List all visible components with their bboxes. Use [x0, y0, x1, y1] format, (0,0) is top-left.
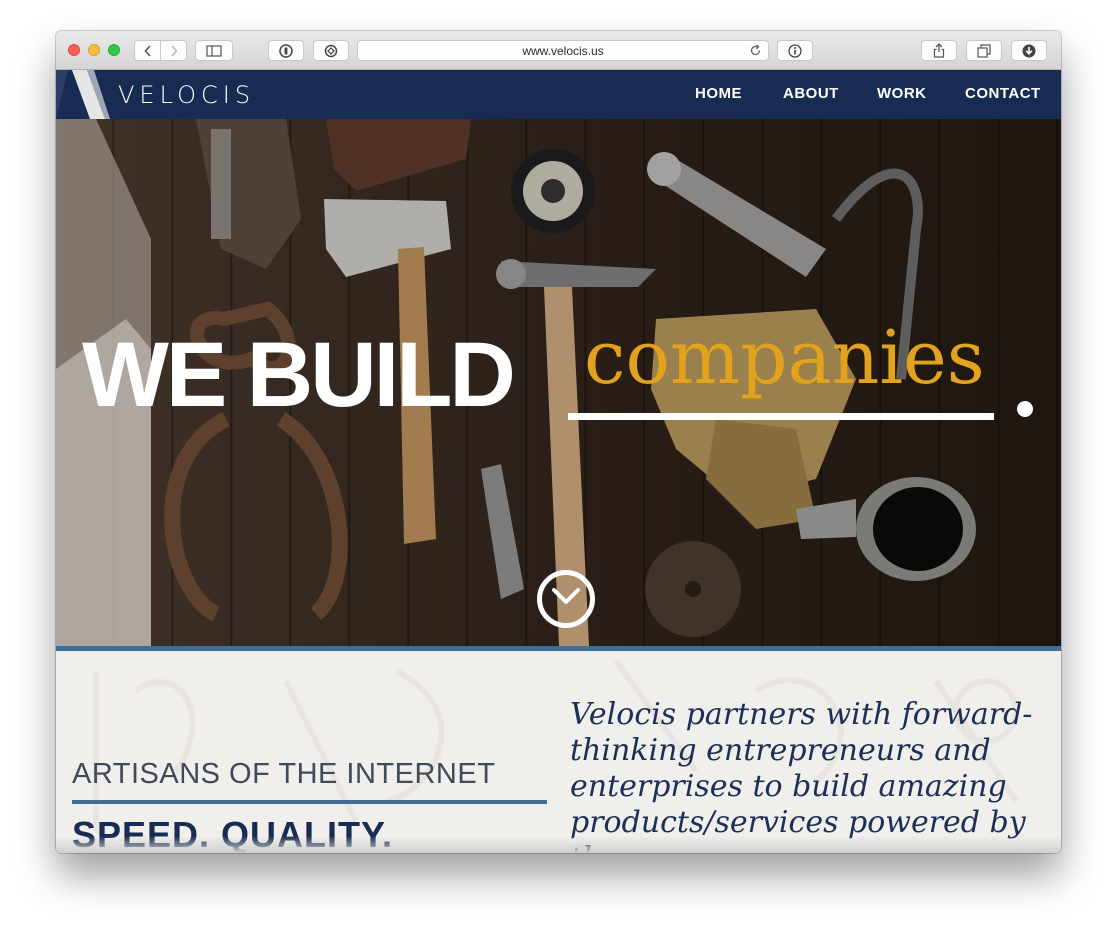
sidebar-button[interactable]	[195, 40, 233, 61]
reader-info-button[interactable]	[777, 40, 813, 61]
hero-title: WE BUILD	[82, 324, 516, 426]
site-logo[interactable]: VELOCIS	[118, 81, 255, 109]
tabs-overview-button[interactable]	[966, 40, 1002, 61]
privacy-extension-button[interactable]	[268, 40, 304, 61]
sync-extension-button[interactable]	[313, 40, 349, 61]
hero-section: WE BUILD companies	[56, 119, 1061, 646]
chevron-down-icon	[552, 588, 580, 604]
info-icon	[788, 43, 802, 58]
url-text: www.velocis.us	[522, 44, 604, 58]
window-close-button[interactable]	[68, 44, 80, 56]
site-header: VELOCIS HOME ABOUT WORK CONTACT	[56, 70, 1061, 125]
share-button[interactable]	[921, 40, 957, 61]
nav-contact[interactable]: CONTACT	[965, 85, 1041, 102]
download-icon	[1022, 44, 1036, 57]
history-nav	[134, 40, 187, 61]
reload-icon[interactable]	[749, 44, 762, 57]
share-icon	[933, 43, 945, 58]
hero-dot	[1017, 401, 1033, 417]
chevron-right-icon	[170, 44, 178, 57]
shield-icon	[279, 43, 293, 58]
intro-section: ARTISANS OF THE INTERNET SPEED. QUALITY.…	[56, 651, 1061, 853]
hero-highlight-word: companies	[584, 315, 985, 401]
scroll-down-button[interactable]	[537, 570, 595, 628]
window-zoom-button[interactable]	[108, 44, 120, 56]
intro-divider	[72, 800, 547, 804]
sync-icon	[324, 44, 338, 57]
browser-window: www.velocis.us VELOCIS HOME ABOUT WORK C…	[56, 31, 1061, 853]
window-bottom-edge	[56, 836, 1061, 853]
intro-heading: ARTISANS OF THE INTERNET	[72, 758, 496, 790]
hero-underline	[568, 413, 994, 420]
address-bar[interactable]: www.velocis.us	[357, 40, 769, 61]
page-viewport: VELOCIS HOME ABOUT WORK CONTACT WE BUILD…	[56, 70, 1061, 853]
logo-mark-icon	[56, 70, 110, 119]
nav-work[interactable]: WORK	[877, 85, 927, 102]
back-button[interactable]	[134, 40, 161, 61]
nav-home[interactable]: HOME	[695, 85, 742, 102]
sidebar-icon	[206, 44, 222, 57]
intro-paragraph: Velocis partners with forward-thinking e…	[570, 697, 1033, 853]
chevron-left-icon	[143, 44, 151, 57]
window-minimize-button[interactable]	[88, 44, 100, 56]
downloads-button[interactable]	[1011, 40, 1047, 61]
browser-toolbar: www.velocis.us	[56, 31, 1061, 70]
tabs-icon	[977, 43, 991, 58]
forward-button[interactable]	[160, 40, 187, 61]
nav-about[interactable]: ABOUT	[783, 85, 839, 102]
